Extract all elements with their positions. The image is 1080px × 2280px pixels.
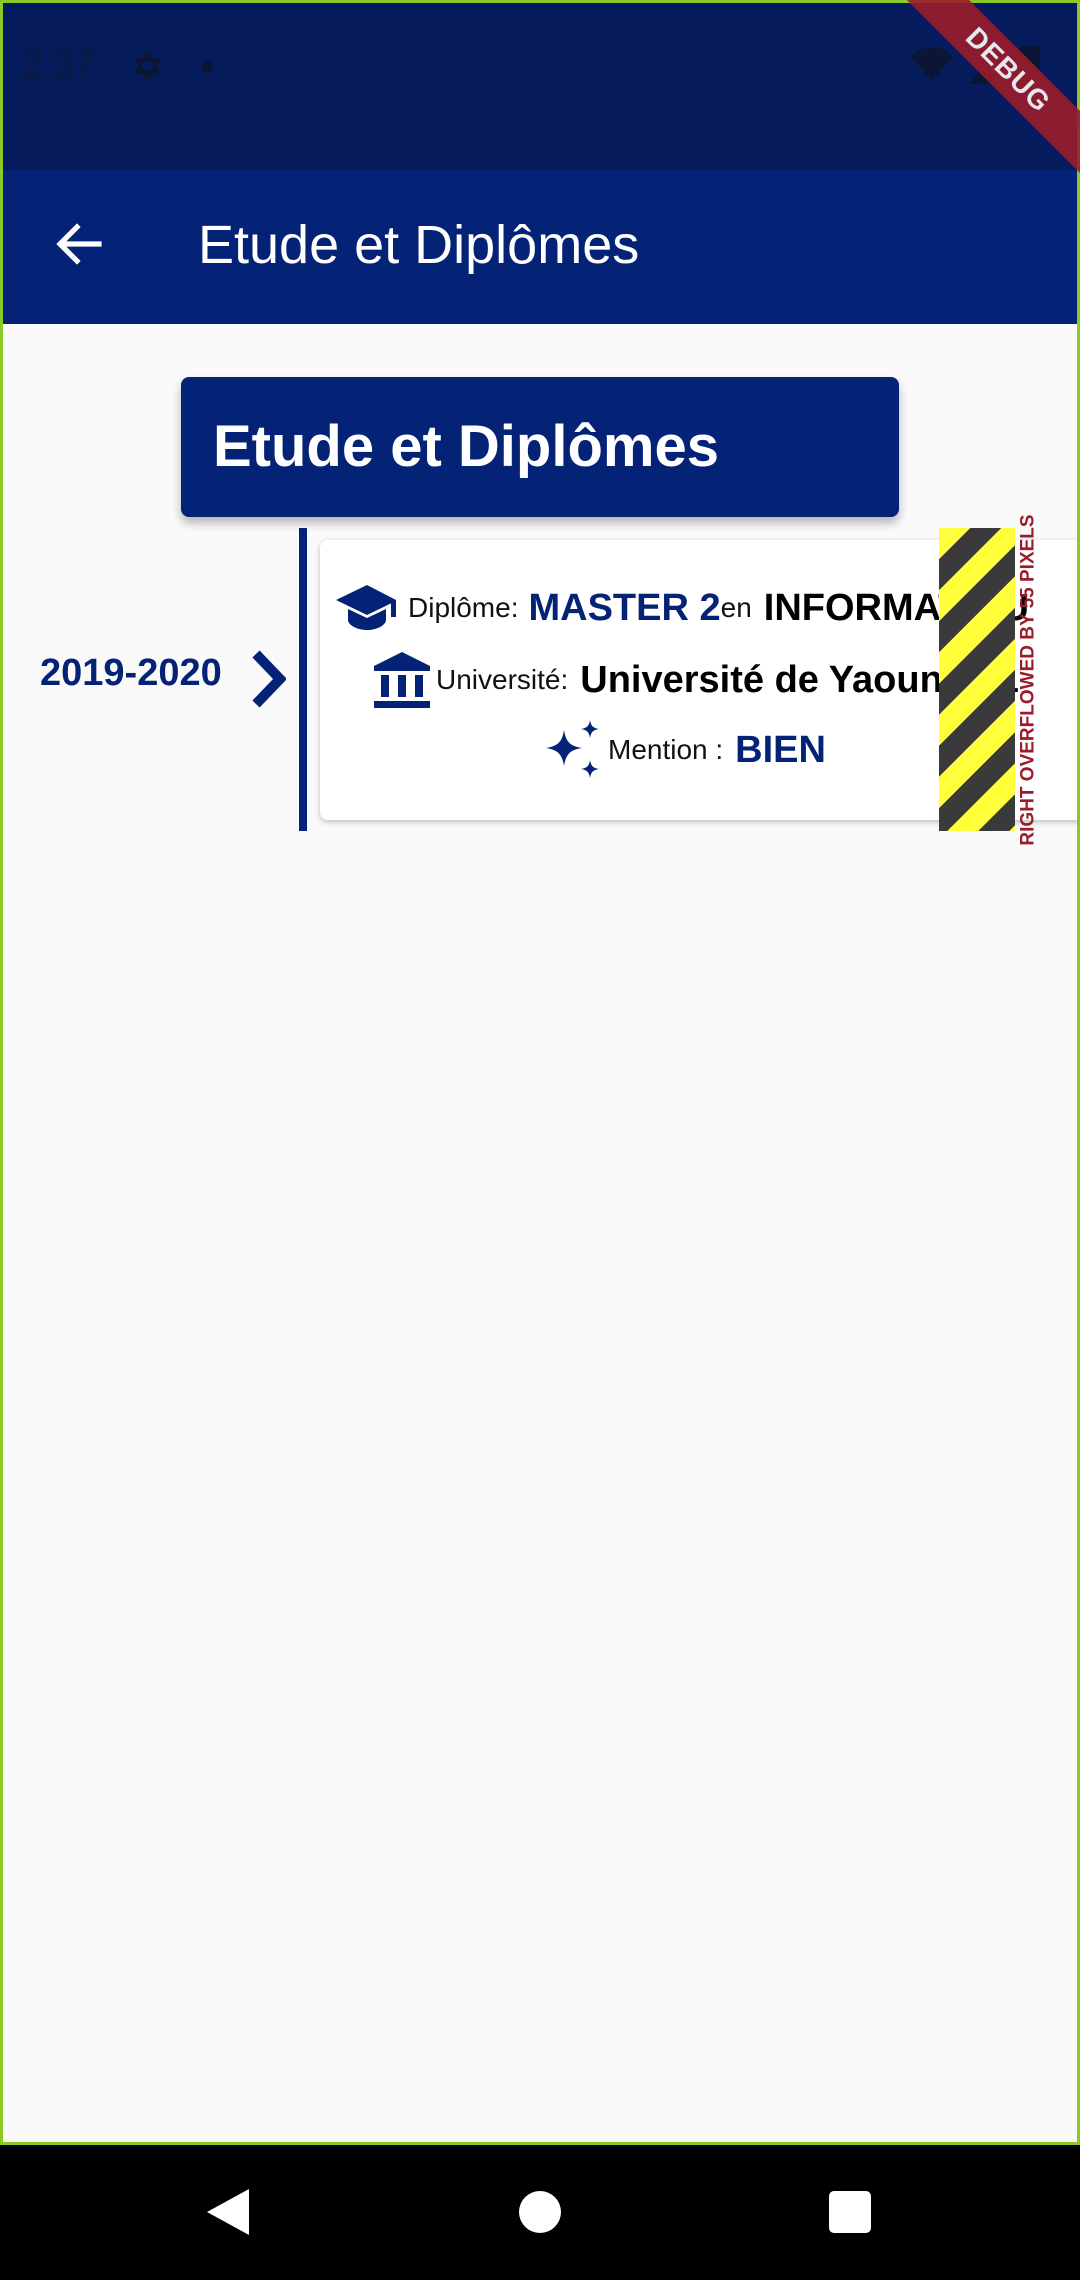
diploma-row: Diplôme: MASTER 2 en INFORMATIQU xyxy=(336,583,1029,633)
app-bar-title: Etude et Diplômes xyxy=(198,215,640,275)
notification-dot-icon xyxy=(201,61,213,73)
diploma-value: MASTER 2 xyxy=(528,586,721,629)
status-bar: 2:37 xyxy=(0,0,1080,170)
mention-row: Mention : BIEN xyxy=(540,718,826,782)
overflow-warning-label: RIGHT OVERFLOWED BY 55 PIXELS xyxy=(1015,514,1043,845)
sparkles-icon xyxy=(546,720,599,778)
universite-row: Université: Université de Yaoundé 1 xyxy=(372,650,1019,710)
chevron-right-icon xyxy=(252,650,286,708)
system-nav-bar xyxy=(0,2145,1080,2280)
mention-label: Mention : xyxy=(608,734,724,765)
settings-gear-icon xyxy=(134,52,161,80)
diploma-connector: en xyxy=(720,592,752,623)
section-header-title: Etude et Diplômes xyxy=(213,414,719,479)
diploma-label: Diplôme: xyxy=(408,592,519,623)
status-time: 2:37 xyxy=(22,44,96,86)
nav-recents-icon[interactable] xyxy=(829,2191,871,2233)
timeline-line xyxy=(299,528,307,831)
overflow-indicator xyxy=(939,528,1015,831)
universite-label: Université: xyxy=(436,664,569,695)
app-bar: Etude et Diplômes xyxy=(0,170,1080,324)
university-icon xyxy=(374,652,430,708)
arrow-left-icon xyxy=(56,223,102,265)
timeline-year: 2019-2020 xyxy=(40,652,222,694)
mention-value: BIEN xyxy=(735,728,826,771)
nav-home-icon[interactable] xyxy=(519,2191,561,2233)
back-button[interactable] xyxy=(48,213,110,275)
overflow-warning-text: RIGHT OVERFLOWED BY 55 PIXELS xyxy=(1018,513,1039,846)
section-header-card: Etude et Diplômes xyxy=(181,377,899,517)
graduation-cap-icon xyxy=(336,585,396,630)
nav-back-icon[interactable] xyxy=(205,2187,251,2237)
wifi-icon xyxy=(910,47,954,81)
